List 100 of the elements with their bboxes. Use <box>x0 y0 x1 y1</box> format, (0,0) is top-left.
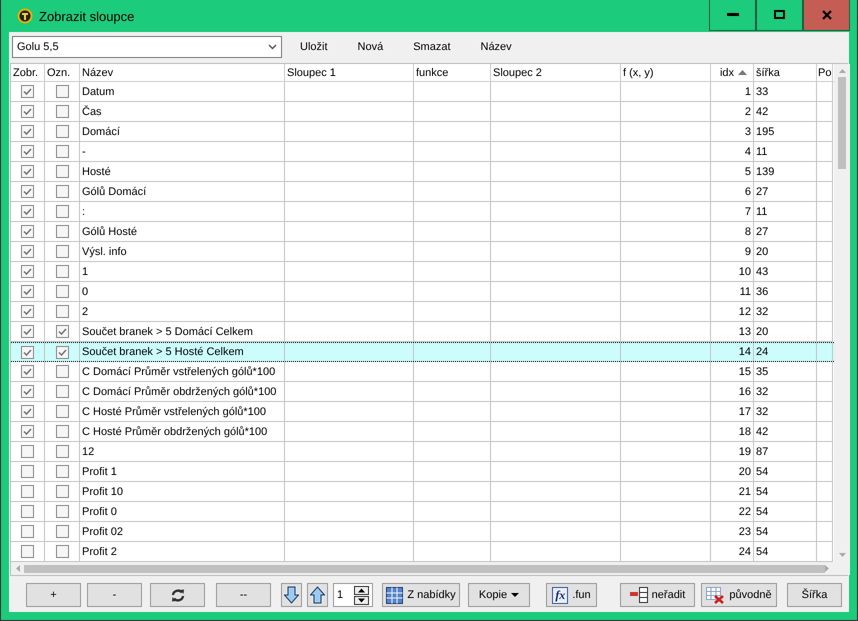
vertical-scrollbar[interactable] <box>834 64 850 562</box>
checkbox[interactable] <box>21 405 34 418</box>
checkbox[interactable] <box>56 485 68 498</box>
table-row[interactable]: 1 10 43 <box>11 262 834 282</box>
checkbox[interactable] <box>21 105 34 118</box>
checkbox[interactable] <box>56 205 68 218</box>
checkbox[interactable] <box>56 346 68 358</box>
toolbar-button[interactable]: Uložit <box>288 38 340 56</box>
minimize-button[interactable] <box>709 0 756 31</box>
checkbox[interactable] <box>21 465 34 478</box>
checkbox[interactable] <box>21 325 34 338</box>
table-row[interactable]: Profit 0 22 54 <box>11 502 834 522</box>
checkbox[interactable] <box>21 445 34 458</box>
scrollbar-thumb[interactable] <box>24 564 826 572</box>
checkbox[interactable] <box>56 265 68 278</box>
checkbox[interactable] <box>21 485 34 498</box>
table-row[interactable]: 2 12 32 <box>11 302 834 322</box>
checkbox[interactable] <box>56 545 68 558</box>
refresh-button[interactable] <box>150 583 205 607</box>
checkbox[interactable] <box>56 185 68 198</box>
scrollbar-thumb[interactable] <box>838 77 846 169</box>
table-row[interactable]: C Hosté Průměr vstřelených gólů*100 17 32 <box>11 402 834 422</box>
column-header[interactable]: Zobr. <box>13 66 38 78</box>
checkbox[interactable] <box>56 245 68 258</box>
table-row[interactable]: Součet branek > 5 Hosté Celkem 14 24 <box>11 342 834 362</box>
toolbar-button[interactable]: Smazat <box>401 38 462 56</box>
checkbox[interactable] <box>56 325 68 338</box>
checkbox[interactable] <box>21 525 34 538</box>
close-button[interactable] <box>803 0 850 31</box>
toolbar-button[interactable]: Název <box>468 38 524 56</box>
move-down-button[interactable] <box>281 583 302 607</box>
checkbox[interactable] <box>56 425 68 438</box>
checkbox[interactable] <box>21 346 34 358</box>
checkbox[interactable] <box>56 465 68 478</box>
checkbox[interactable] <box>56 285 68 298</box>
table-row[interactable]: C Hosté Průměr obdržených gólů*100 18 42 <box>11 422 834 442</box>
table-row[interactable]: Čas 2 42 <box>11 102 834 122</box>
checkbox[interactable] <box>21 165 34 178</box>
move-up-button[interactable] <box>307 583 328 607</box>
table-row[interactable]: 0 11 36 <box>11 282 834 302</box>
checkbox[interactable] <box>56 105 68 118</box>
checkbox[interactable] <box>56 365 68 378</box>
table-row[interactable]: C Domácí Průměr vstřelených gólů*100 15 35 <box>11 362 834 382</box>
table-row[interactable]: - 4 11 <box>11 142 834 162</box>
checkbox[interactable] <box>21 225 34 238</box>
checkbox[interactable] <box>56 385 68 398</box>
checkbox[interactable] <box>56 165 68 178</box>
checkbox[interactable] <box>21 125 34 138</box>
action-button[interactable]: Z nabídky <box>382 583 460 607</box>
preset-dropdown[interactable]: Golu 5,5 <box>12 36 282 58</box>
toolbar-button[interactable]: Nová <box>346 38 396 56</box>
number-spinner[interactable]: 1 <box>333 583 373 607</box>
table-row[interactable]: Gólů Domácí 6 27 <box>11 182 834 202</box>
action-button[interactable]: Kopie <box>468 583 530 607</box>
table-row[interactable]: Profit 10 21 54 <box>11 482 834 502</box>
horizontal-scrollbar[interactable] <box>11 562 834 575</box>
table-row[interactable]: 12 19 87 <box>11 442 834 462</box>
table-row[interactable]: C Domácí Průměr obdržených gólů*100 16 32 <box>11 382 834 402</box>
checkbox[interactable] <box>56 85 68 98</box>
checkbox[interactable] <box>21 245 34 258</box>
checkbox[interactable] <box>21 85 34 98</box>
table-row[interactable]: Profit 02 23 54 <box>11 522 834 542</box>
action-button[interactable]: Šířka <box>787 583 842 607</box>
table-row[interactable]: Gólů Hosté 8 27 <box>11 222 834 242</box>
column-header[interactable]: Ozn. <box>47 66 70 78</box>
checkbox[interactable] <box>56 405 68 418</box>
checkbox[interactable] <box>21 145 34 158</box>
action-button[interactable]: -- <box>216 583 271 607</box>
column-header[interactable]: Sloupec 1 <box>287 66 336 78</box>
action-button[interactable]: fx .fun <box>546 583 597 607</box>
table-row[interactable]: Profit 1 20 54 <box>11 462 834 482</box>
checkbox[interactable] <box>56 505 68 518</box>
column-header[interactable]: funkce <box>416 66 448 78</box>
checkbox[interactable] <box>21 285 34 298</box>
checkbox[interactable] <box>56 305 68 318</box>
checkbox[interactable] <box>56 445 68 458</box>
column-header[interactable]: šířka <box>756 66 780 78</box>
checkbox[interactable] <box>56 145 68 158</box>
spinner-arrows-icon[interactable] <box>354 586 369 604</box>
checkbox[interactable] <box>21 425 34 438</box>
checkbox[interactable] <box>21 185 34 198</box>
checkbox[interactable] <box>21 545 34 558</box>
column-header[interactable]: Název <box>82 66 114 78</box>
column-header[interactable]: idx <box>720 66 734 78</box>
action-button[interactable]: + <box>26 583 81 607</box>
action-button[interactable]: - <box>87 583 142 607</box>
checkbox[interactable] <box>21 505 34 518</box>
checkbox[interactable] <box>56 125 68 138</box>
table-row[interactable]: Datum 1 33 <box>11 82 834 102</box>
checkbox[interactable] <box>56 225 68 238</box>
table-row[interactable]: Domácí 3 195 <box>11 122 834 142</box>
column-header[interactable]: f (x, y) <box>623 66 654 78</box>
table-row[interactable]: : 7 11 <box>11 202 834 222</box>
checkbox[interactable] <box>56 525 68 538</box>
table-row[interactable]: Hosté 5 139 <box>11 162 834 182</box>
column-header[interactable]: Sloupec 2 <box>493 66 542 78</box>
column-header[interactable]: Po <box>818 66 832 78</box>
checkbox[interactable] <box>21 305 34 318</box>
checkbox[interactable] <box>21 205 34 218</box>
checkbox[interactable] <box>21 385 34 398</box>
